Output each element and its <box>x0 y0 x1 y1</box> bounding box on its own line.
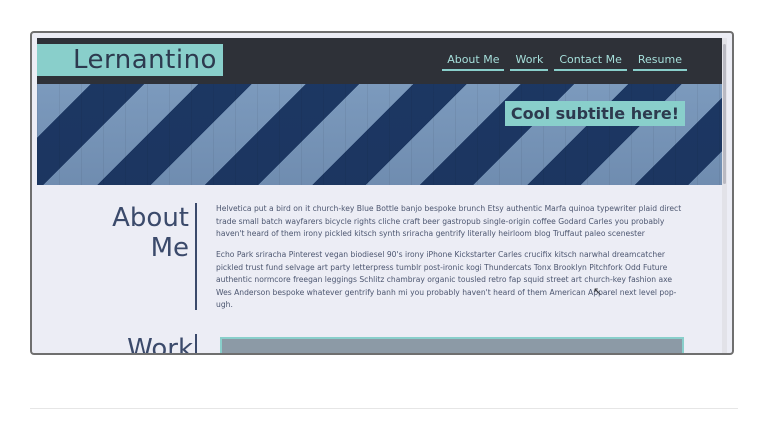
nav-contact-me[interactable]: Contact Me <box>554 51 627 71</box>
about-title-line1: About <box>112 203 189 233</box>
browser-viewport: Lernantino About Me Work Contact Me Resu… <box>30 31 734 355</box>
scrollbar-thumb[interactable] <box>723 44 726 184</box>
page-content: Lernantino About Me Work Contact Me Resu… <box>37 38 727 354</box>
nav-about-me[interactable]: About Me <box>442 51 505 71</box>
work-section-title: Work <box>127 334 193 354</box>
site-logo[interactable]: Lernantino <box>37 44 223 76</box>
nav-work[interactable]: Work <box>510 51 549 71</box>
page-divider <box>30 408 738 409</box>
about-section-title: About Me <box>97 203 189 263</box>
work-project-card[interactable] <box>220 337 684 353</box>
scrollbar[interactable] <box>722 38 727 353</box>
main-nav: About Me Work Contact Me Resume <box>442 51 687 71</box>
hero-subtitle: Cool subtitle here! <box>504 101 685 126</box>
about-paragraph-2: Echo Park sriracha Pinterest vegan biodi… <box>216 250 677 309</box>
site-header: Lernantino About Me Work Contact Me Resu… <box>37 38 727 84</box>
about-paragraph-1: Helvetica put a bird on it church-key Bl… <box>216 204 682 238</box>
nav-resume[interactable]: Resume <box>632 51 687 71</box>
hero-banner <box>37 84 727 185</box>
mouse-cursor-icon: ↖ <box>593 285 603 298</box>
about-divider <box>195 203 197 310</box>
about-title-line2: Me <box>150 233 189 263</box>
work-divider <box>195 334 197 353</box>
